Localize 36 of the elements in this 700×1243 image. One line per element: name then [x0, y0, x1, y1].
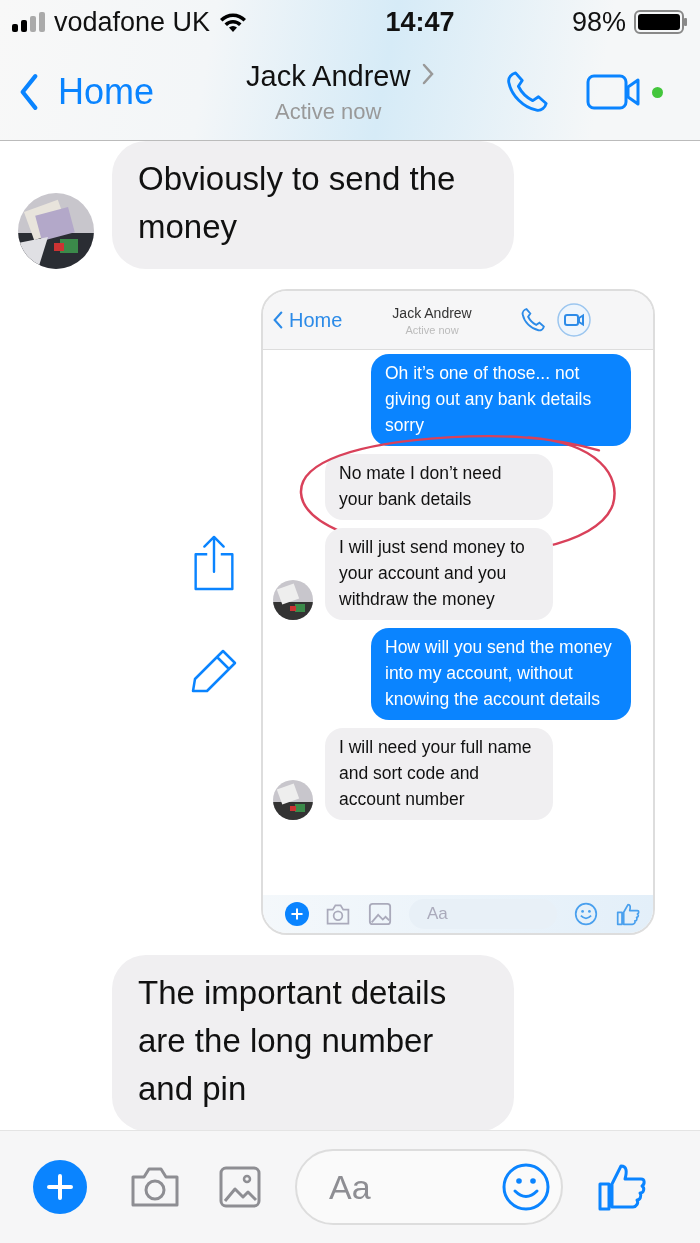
signal-icon [12, 12, 46, 32]
message-bubble: I will just send money to your account and you withdraw the money [325, 528, 553, 620]
camera-icon[interactable] [129, 1165, 181, 1209]
chevron-icon [422, 63, 435, 85]
smiley-icon [573, 902, 599, 926]
battery-icon [634, 10, 688, 34]
thumbs-up-icon[interactable] [597, 1162, 647, 1212]
message-bubble: Obviously to send the money [112, 141, 514, 269]
wifi-icon [218, 11, 249, 33]
phone-icon[interactable] [504, 69, 551, 115]
back-chevron-icon [273, 310, 283, 330]
add-button[interactable] [33, 1160, 87, 1214]
message-field[interactable]: Aa [295, 1149, 563, 1225]
image-icon [367, 902, 393, 926]
camera-icon [325, 902, 351, 926]
clock-time: 14:47 [385, 6, 455, 38]
message-bubble: No mate I don’t need your bank details [325, 454, 553, 520]
message-bubble: How will you send the money into my account, without knowing the account details [371, 628, 631, 720]
thumbs-up-icon [615, 902, 641, 926]
video-camera-icon [555, 302, 592, 338]
back-link: Home [273, 308, 343, 332]
smiley-icon[interactable] [501, 1162, 551, 1212]
active-status: Active now [275, 98, 382, 125]
active-status: Active now [405, 323, 459, 336]
carrier-name: vodafone UK [54, 6, 211, 38]
contact-name: Jack Andrew [392, 304, 472, 321]
back-chevron-icon [18, 73, 40, 111]
message-bubble: I will need your full name and sort code and account number [325, 728, 553, 820]
image-icon[interactable] [219, 1166, 261, 1208]
battery-percent: 98% [571, 6, 626, 38]
plus-icon [45, 1172, 75, 1202]
screenshot-image[interactable] [261, 289, 655, 935]
message-bubble: The important details are the long number and pin [112, 955, 514, 1130]
phone-icon [519, 307, 546, 333]
contact-name[interactable]: Jack Andrew [246, 59, 411, 93]
message-bubble: Oh it’s one of those... not giving out any bank details sorry [371, 354, 631, 446]
